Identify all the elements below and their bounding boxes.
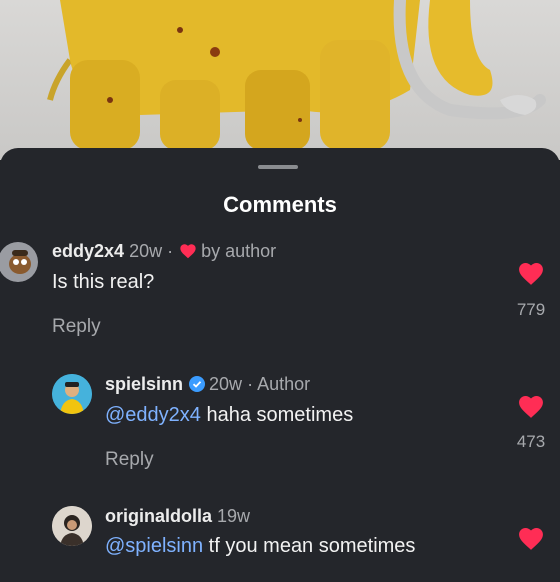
avatar[interactable] [0, 242, 38, 282]
comment-username[interactable]: originaldolla [105, 506, 212, 526]
comments-title: Comments [223, 192, 337, 217]
video-thumbnail[interactable] [0, 0, 560, 160]
verified-badge-icon [189, 376, 206, 392]
sheet-drag-handle[interactable] [258, 165, 298, 169]
comment-body: haha sometimes [200, 404, 354, 426]
meta-separator: · [167, 241, 174, 261]
avatar[interactable] [52, 374, 92, 414]
comment-item: originaldolla 19w @spielsinn tf you mean… [0, 502, 560, 582]
mention-link[interactable]: @eddy2x4 [105, 404, 201, 426]
author-badge: Author [257, 374, 311, 394]
comment-body: tf you mean sometimes [203, 535, 416, 557]
heart-icon [180, 244, 196, 259]
comment-item: eddy2x4 20w · by author Is this real? Rep… [0, 236, 560, 366]
avatar[interactable] [52, 506, 92, 546]
comment-username[interactable]: eddy2x4 [52, 241, 124, 261]
comment-username[interactable]: spielsinn [105, 374, 183, 394]
heart-icon[interactable] [517, 394, 545, 419]
comment-meta: eddy2x4 20w · by author [52, 241, 276, 262]
heart-icon[interactable] [517, 526, 545, 551]
liked-by-author-label: by author [201, 241, 277, 261]
comment-text: @spielsinn tf you mean sometimes [105, 535, 415, 558]
banana-elephant-image [47, 0, 546, 150]
like-count: 473 [516, 432, 546, 451]
like-count: 779 [516, 300, 546, 319]
heart-icon[interactable] [517, 261, 545, 286]
meta-separator: · [247, 374, 254, 394]
reply-button[interactable]: Reply [105, 449, 154, 471]
comment-age: 20w [129, 241, 163, 261]
comment-text: @eddy2x4 haha sometimes [105, 404, 353, 427]
comment-item: spielsinn 20w · Author @eddy2x4 haha some… [0, 370, 560, 500]
comment-age: 20w [209, 374, 243, 394]
comment-meta: originaldolla 19w [105, 506, 250, 527]
mention-link[interactable]: @spielsinn [105, 535, 203, 557]
reply-button[interactable]: Reply [52, 316, 101, 338]
comment-meta: spielsinn 20w · Author [105, 374, 310, 395]
comment-text: Is this real? [52, 271, 155, 293]
comment-age: 19w [217, 506, 251, 526]
comments-sheet: Comments eddy2x4 20w · by author Is this … [0, 148, 560, 568]
